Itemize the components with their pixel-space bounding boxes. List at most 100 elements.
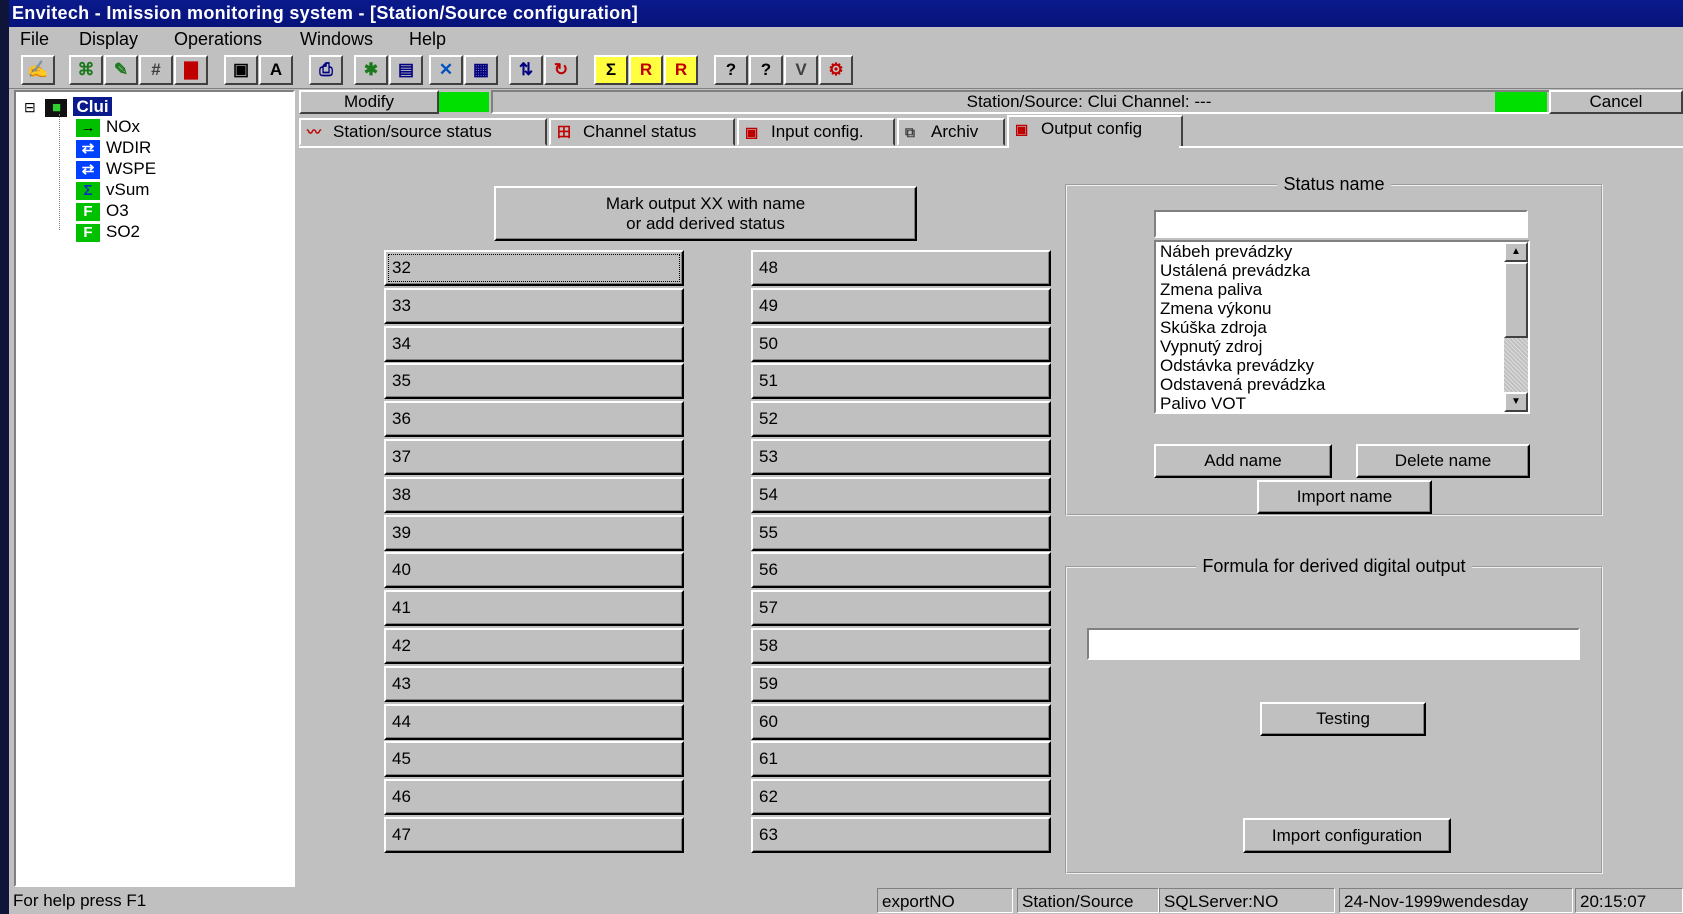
toolbar: ✍ ⌘ ✎ # ▇ ▣ A ⎙ ✱ ▤ ✕ ▦ ⇅ ↻ Σ R R?? V ⚙ <box>9 52 1683 89</box>
output-50-button[interactable]: 50 <box>751 325 1051 362</box>
menu-display[interactable]: Display <box>79 27 138 52</box>
output-61-button[interactable]: 61 <box>751 741 1051 778</box>
output-40-button[interactable]: 40 <box>384 552 684 589</box>
output-62-button[interactable]: 62 <box>751 779 1051 816</box>
output-42-button[interactable]: 42 <box>384 628 684 664</box>
tree-channel-nox[interactable]: → NOx <box>76 116 140 137</box>
tree-connector <box>59 114 60 230</box>
sigma-icon[interactable]: Σ <box>594 55 628 85</box>
tree-channel-wspe[interactable]: ⇄ WSPE <box>76 158 156 179</box>
mark-output-button[interactable]: Mark output XX with name or add derived … <box>494 186 917 241</box>
status-name-input[interactable] <box>1154 210 1528 238</box>
menu-operations[interactable]: Operations <box>174 27 262 52</box>
scroll-down-icon[interactable]: ▼ <box>1504 392 1528 412</box>
collapse-icon[interactable]: ⊟ <box>24 99 36 115</box>
bar-chart-icon[interactable]: ▇ <box>174 55 208 85</box>
output-55-button[interactable]: 55 <box>751 514 1051 551</box>
status-name-list[interactable]: Nábeh prevádzky Ustálená prevádzka Zmena p… <box>1154 240 1530 414</box>
output-63-button[interactable]: 63 <box>751 817 1051 853</box>
station-tree[interactable]: ⊟ ■ Clui → NOx ⇄ WDIR ⇄ WSPE ΣvSum F O3 F SO2 <box>14 90 295 887</box>
output-34-button[interactable]: 34 <box>384 325 684 362</box>
status-list-item[interactable]: Ustálená prevádzka <box>1160 261 1500 280</box>
grid-select-icon[interactable]: ▦ <box>464 55 498 85</box>
tab-input-config[interactable]: ▣ Input config. <box>737 118 895 146</box>
add-name-button[interactable]: Add name <box>1154 444 1332 478</box>
tree-root-clui[interactable]: ⊟ ■ Clui <box>24 96 112 117</box>
output-36-button[interactable]: 36 <box>384 401 684 438</box>
status-list-item[interactable]: Odstávka prevádzky <box>1160 356 1500 375</box>
help-icon[interactable]: ? <box>714 55 748 85</box>
scroll-up-icon[interactable]: ▲ <box>1504 242 1528 262</box>
output-39-button[interactable]: 39 <box>384 514 684 551</box>
context-help-icon[interactable]: ? <box>749 55 783 85</box>
tree-channel-o3[interactable]: F O3 <box>76 200 129 221</box>
output-58-button[interactable]: 58 <box>751 628 1051 664</box>
output-38-button[interactable]: 38 <box>384 476 684 513</box>
status-list-item[interactable]: Zmena výkonu <box>1160 299 1500 318</box>
sort-icon[interactable]: ⇅ <box>509 55 543 85</box>
save-icon[interactable]: ▣ <box>224 55 258 85</box>
output-54-button[interactable]: 54 <box>751 476 1051 513</box>
printer-icon[interactable]: ⎙ <box>309 55 343 85</box>
output-53-button[interactable]: 53 <box>751 439 1051 475</box>
menu-help[interactable]: Help <box>409 27 446 52</box>
settings-icon[interactable]: ✱ <box>354 55 388 85</box>
output-48-button[interactable]: 48 <box>751 250 1051 286</box>
menu-file[interactable]: File <box>20 27 49 52</box>
r-cross-icon[interactable]: R <box>664 55 698 85</box>
output-41-button[interactable]: 41 <box>384 590 684 627</box>
tab-station-source-status[interactable]: 〰 Station/source status <box>299 118 547 146</box>
output-47-button[interactable]: 47 <box>384 817 684 853</box>
output-32-button[interactable]: 32 <box>384 250 684 286</box>
tree-channel-so2[interactable]: F SO2 <box>76 221 140 242</box>
output-49-button[interactable]: 49 <box>751 287 1051 324</box>
crosshair-icon[interactable]: ✕ <box>429 55 463 85</box>
testing-button[interactable]: Testing <box>1260 702 1426 736</box>
tab-channel-status[interactable]: 田 Channel status <box>549 118 735 146</box>
tree-channel-label: SO2 <box>106 222 141 241</box>
status-list-item[interactable]: Skúška zdroja <box>1160 318 1500 337</box>
output-44-button[interactable]: 44 <box>384 703 684 740</box>
import-configuration-button[interactable]: Import configuration <box>1243 818 1451 853</box>
status-list-item[interactable]: Nábeh prevádzky <box>1160 242 1500 261</box>
list-scrollbar[interactable]: ▲ ▼ <box>1504 242 1528 412</box>
output-35-button[interactable]: 35 <box>384 363 684 400</box>
modify-button[interactable]: Modify <box>299 90 439 114</box>
output-43-button[interactable]: 43 <box>384 665 684 702</box>
wrench-icon[interactable]: ✍ <box>21 55 55 85</box>
output-60-button[interactable]: 60 <box>751 703 1051 740</box>
grid-icon[interactable]: # <box>139 55 173 85</box>
output-46-button[interactable]: 46 <box>384 779 684 816</box>
output-37-button[interactable]: 37 <box>384 439 684 475</box>
status-list-item[interactable]: Odstavená prevádzka <box>1160 375 1500 394</box>
refresh-icon[interactable]: ↻ <box>544 55 578 85</box>
output-51-button[interactable]: 51 <box>751 363 1051 400</box>
scroll-thumb[interactable] <box>1504 262 1528 338</box>
status-list-item[interactable]: Palivo VOT <box>1160 394 1500 413</box>
status-list-item[interactable]: Vypnutý zdroj <box>1160 337 1500 356</box>
output-59-button[interactable]: 59 <box>751 665 1051 702</box>
tree-channel-wdir[interactable]: ⇄ WDIR <box>76 137 151 158</box>
output-33-button[interactable]: 33 <box>384 287 684 324</box>
output-56-button[interactable]: 56 <box>751 552 1051 589</box>
text-icon[interactable]: A <box>259 55 293 85</box>
status-list-item[interactable]: Zmena paliva <box>1160 280 1500 299</box>
r-icon[interactable]: R <box>629 55 663 85</box>
menu-windows[interactable]: Windows <box>300 27 373 52</box>
cancel-button[interactable]: Cancel <box>1549 90 1683 114</box>
tab-output-config[interactable]: ▣ Output config <box>1007 115 1183 147</box>
delete-name-button[interactable]: Delete name <box>1356 444 1530 478</box>
formula-input[interactable] <box>1087 628 1580 660</box>
station-edit-icon[interactable]: ✎ <box>104 55 138 85</box>
import-name-button[interactable]: Import name <box>1257 480 1432 514</box>
output-52-button[interactable]: 52 <box>751 401 1051 438</box>
vari-icon[interactable]: V <box>784 55 818 85</box>
menu-bar: File Display Operations Windows Help <box>9 27 1683 52</box>
table-icon[interactable]: ▤ <box>389 55 423 85</box>
station-map-icon[interactable]: ⌘ <box>69 55 103 85</box>
output-45-button[interactable]: 45 <box>384 741 684 778</box>
tree-channel-vsum[interactable]: ΣvSum <box>76 179 149 200</box>
tab-archiv[interactable]: ⧉ Archiv <box>897 118 1005 146</box>
tools-icon[interactable]: ⚙ <box>819 55 853 85</box>
output-57-button[interactable]: 57 <box>751 590 1051 627</box>
